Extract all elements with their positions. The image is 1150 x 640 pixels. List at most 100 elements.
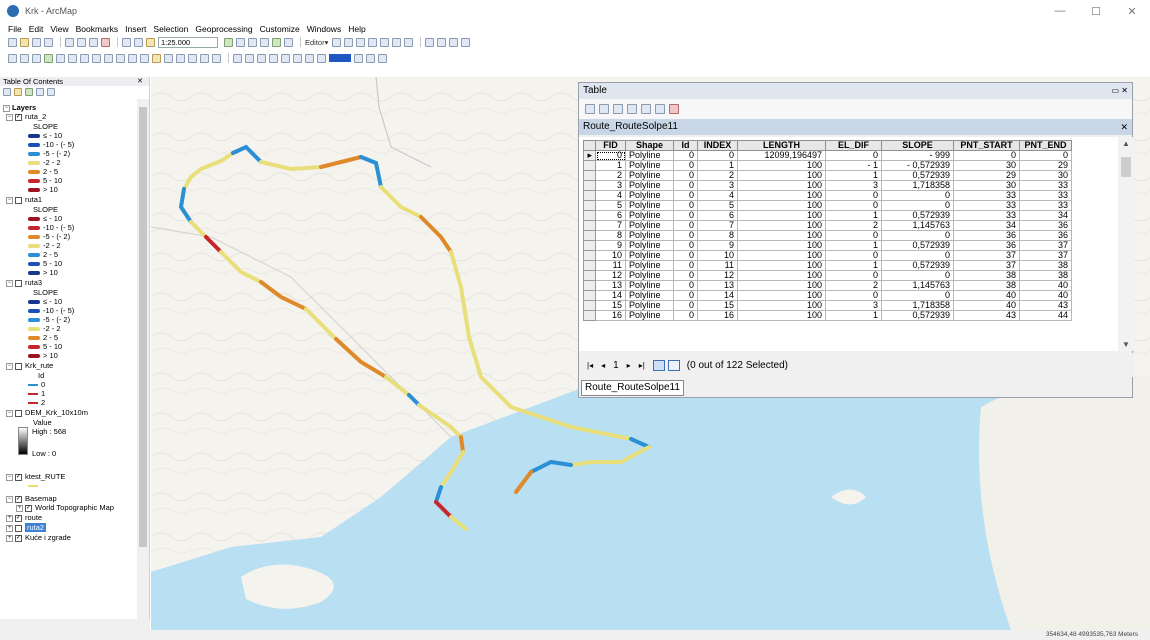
table-cell-fid[interactable]: 7 bbox=[595, 220, 626, 231]
table-cell-el-dif[interactable]: 0 bbox=[825, 270, 882, 281]
table-cell-slope[interactable]: 0 bbox=[881, 230, 954, 241]
topology-icon[interactable] bbox=[404, 37, 414, 47]
row-selector[interactable] bbox=[583, 190, 596, 201]
layer-route[interactable]: + ✓ route bbox=[6, 513, 42, 522]
column-header-length[interactable]: LENGTH bbox=[737, 140, 826, 151]
html-popup-icon[interactable] bbox=[200, 53, 209, 63]
rectangle-icon[interactable] bbox=[269, 53, 278, 63]
table-cell-el-dif[interactable]: 3 bbox=[825, 300, 882, 311]
table-row[interactable]: 11 Polyline 0 11 100 1 0,572939 37 38 bbox=[583, 260, 1072, 271]
table-cell-slope[interactable]: 0,572939 bbox=[881, 240, 954, 251]
text-icon[interactable] bbox=[245, 53, 254, 63]
table-cell-index[interactable]: 13 bbox=[697, 280, 738, 291]
delete-selected-icon[interactable] bbox=[669, 104, 679, 114]
table-cell-shape[interactable]: Polyline bbox=[625, 290, 674, 301]
table-cell-slope[interactable]: 0 bbox=[881, 270, 954, 281]
editor-menu[interactable]: Editor▾ bbox=[305, 38, 328, 47]
table-cell-index[interactable]: 0 bbox=[697, 150, 738, 161]
menu-view[interactable]: View bbox=[50, 24, 68, 34]
table-window-buttons[interactable]: ▭ ✕ bbox=[1112, 83, 1128, 99]
collapse-icon[interactable]: − bbox=[6, 495, 13, 503]
table-cell-el-dif[interactable]: 1 bbox=[825, 240, 882, 251]
table-cell-id[interactable]: 0 bbox=[673, 180, 698, 191]
next-record-icon[interactable]: ▸ bbox=[627, 361, 631, 370]
visibility-checkbox[interactable] bbox=[15, 409, 22, 417]
table-row[interactable]: 1 Polyline 0 1 100- 1- 0,572939 30 29 bbox=[583, 160, 1072, 171]
column-header-pnt-start[interactable]: PNT_START bbox=[953, 140, 1020, 151]
table-cell-length[interactable]: 100 bbox=[737, 300, 826, 311]
table-cell-fid[interactable]: 13 bbox=[595, 280, 626, 291]
list-by-drawing-order-icon[interactable] bbox=[3, 87, 11, 96]
save-icon[interactable] bbox=[32, 37, 41, 47]
visibility-checkbox[interactable]: ✓ bbox=[25, 504, 32, 512]
back-extent-icon[interactable] bbox=[80, 53, 89, 63]
column-header-shape[interactable]: Shape bbox=[625, 140, 674, 151]
delete-icon[interactable] bbox=[101, 37, 110, 47]
find-route-icon[interactable] bbox=[164, 53, 173, 63]
table-cell-shape[interactable]: Polyline bbox=[625, 190, 674, 201]
table-cell-pnt-start[interactable]: 33 bbox=[953, 210, 1020, 221]
table-cell-length[interactable]: 100 bbox=[737, 160, 826, 171]
collapse-icon[interactable]: − bbox=[6, 196, 13, 204]
row-selector-header[interactable] bbox=[583, 140, 596, 151]
table-cell-slope[interactable]: 0 bbox=[881, 250, 954, 261]
table-cell-index[interactable]: 3 bbox=[697, 180, 738, 191]
table-cell-fid[interactable]: 8 bbox=[595, 230, 626, 241]
table-cell-pnt-end[interactable]: 33 bbox=[1019, 200, 1072, 211]
table-cell-shape[interactable]: Polyline bbox=[625, 200, 674, 211]
table-row[interactable]: 6 Polyline 0 6 100 1 0,572939 33 34 bbox=[583, 210, 1072, 221]
toc-horizontal-scrollbar[interactable] bbox=[0, 619, 150, 630]
close-table-icon[interactable]: ✕ bbox=[1120, 119, 1128, 135]
table-cell-fid[interactable]: 10 bbox=[595, 250, 626, 261]
table-cell-slope[interactable]: - 999 bbox=[881, 150, 954, 161]
row-selector[interactable] bbox=[583, 290, 596, 301]
table-cell-id[interactable]: 0 bbox=[673, 150, 698, 161]
table-cell-el-dif[interactable]: 3 bbox=[825, 180, 882, 191]
table-cell-slope[interactable]: 1,718358 bbox=[881, 300, 954, 311]
table-titlebar[interactable]: Table ▭ ✕ bbox=[579, 83, 1132, 99]
table-cell-el-dif[interactable]: 2 bbox=[825, 220, 882, 231]
table-cell-index[interactable]: 4 bbox=[697, 190, 738, 201]
undo-icon[interactable] bbox=[122, 37, 131, 47]
layer-ktest-rute[interactable]: − ✓ ktest_RUTE bbox=[6, 472, 65, 481]
table-cell-id[interactable]: 0 bbox=[673, 290, 698, 301]
column-header-slope[interactable]: SLOPE bbox=[881, 140, 954, 151]
list-by-visibility-icon[interactable] bbox=[25, 87, 33, 96]
expand-icon[interactable]: + bbox=[16, 504, 23, 512]
table-cell-length[interactable]: 100 bbox=[737, 210, 826, 221]
table-cell-fid[interactable]: 3 bbox=[595, 180, 626, 191]
table-options-icon[interactable] bbox=[585, 104, 595, 114]
table-cell-id[interactable]: 0 bbox=[673, 250, 698, 261]
time-slider-icon[interactable] bbox=[212, 53, 221, 63]
row-selector[interactable] bbox=[583, 200, 596, 211]
previous-record-icon[interactable]: ◂ bbox=[601, 361, 605, 370]
table-row[interactable]: 7 Polyline 0 7 100 2 1,145763 34 36 bbox=[583, 220, 1072, 231]
table-cell-index[interactable]: 8 bbox=[697, 230, 738, 241]
table-cell-slope[interactable]: 0,572939 bbox=[881, 170, 954, 181]
identify-icon[interactable] bbox=[140, 53, 149, 63]
font-icon[interactable] bbox=[293, 53, 302, 63]
switch-selection-icon[interactable] bbox=[627, 104, 637, 114]
table-cell-shape[interactable]: Polyline bbox=[625, 300, 674, 311]
table-cell-fid[interactable]: 2 bbox=[595, 170, 626, 181]
layer-krk-rute[interactable]: − Krk_rute bbox=[6, 361, 53, 370]
zoom-to-selected-icon[interactable] bbox=[655, 104, 665, 114]
table-cell-length[interactable]: 100 bbox=[737, 220, 826, 231]
table-cell-slope[interactable]: 1,718358 bbox=[881, 180, 954, 191]
visibility-checkbox[interactable] bbox=[15, 279, 22, 287]
collapse-icon[interactable]: − bbox=[3, 104, 10, 112]
table-cell-fid[interactable]: 6 bbox=[595, 210, 626, 221]
hyperlink-icon[interactable] bbox=[461, 37, 471, 47]
select-by-attributes-icon[interactable] bbox=[613, 104, 623, 114]
table-cell-pnt-start[interactable]: 40 bbox=[953, 300, 1020, 311]
layer-basemap[interactable]: − ✓ Basemap bbox=[6, 494, 57, 503]
table-cell-id[interactable]: 0 bbox=[673, 200, 698, 211]
row-selector[interactable] bbox=[583, 180, 596, 191]
column-header-index[interactable]: INDEX bbox=[697, 140, 738, 151]
table-cell-pnt-start[interactable]: 36 bbox=[953, 230, 1020, 241]
paste-icon[interactable] bbox=[89, 37, 98, 47]
table-cell-pnt-start[interactable]: 43 bbox=[953, 310, 1020, 321]
python-icon[interactable] bbox=[284, 37, 293, 47]
table-cell-pnt-end[interactable]: 43 bbox=[1019, 300, 1072, 311]
layer-dem[interactable]: − DEM_Krk_10x10m bbox=[6, 408, 88, 417]
